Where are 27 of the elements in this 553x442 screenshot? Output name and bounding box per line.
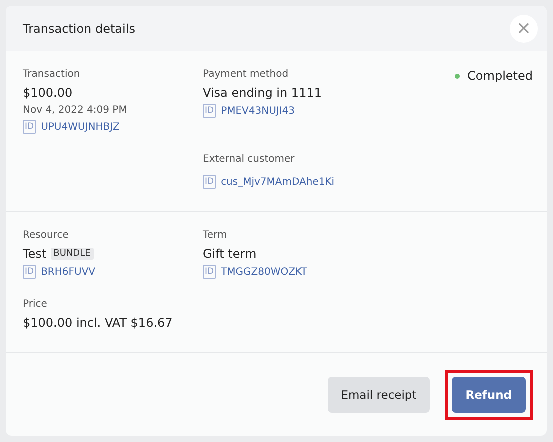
field-label: Transaction	[23, 69, 82, 80]
field-label: Resource	[23, 230, 70, 241]
id-link[interactable]: cus_Mjv7MAmDAhe1Ki	[221, 176, 335, 188]
field-label: External customer	[203, 154, 296, 165]
status-text: Completed	[468, 69, 533, 83]
tag: BUNDLE	[50, 248, 94, 260]
email-receipt-button[interactable]: Email receipt	[328, 376, 430, 412]
id-link[interactable]: TMGGZ80WOZKT	[221, 266, 308, 278]
dialog-title: Transaction details	[23, 22, 136, 36]
id-icon: ID	[203, 175, 216, 189]
id-link[interactable]: BRH6FUVV	[41, 266, 96, 278]
id-icon: ID	[23, 120, 36, 134]
field-value: $100.00	[23, 86, 73, 100]
refund-button[interactable]: Refund	[452, 376, 526, 412]
field-value: Visa ending in 1111	[203, 86, 322, 100]
field-value: Test	[23, 247, 47, 261]
id-link[interactable]: PMEV43NUJI43	[221, 106, 296, 116]
field-value: $100.00 incl. VAT $16.67	[23, 316, 173, 330]
id-link[interactable]: UPU4WUJNHBJZ	[41, 122, 120, 132]
field-label: Term	[203, 230, 228, 241]
field-label: Payment method	[203, 69, 290, 80]
id-icon: ID	[203, 265, 216, 279]
field-value: Gift term	[203, 247, 257, 261]
id-icon: ID	[203, 104, 216, 118]
date-text: Nov 4, 2022 4:09 PM	[23, 105, 128, 116]
field-label: Price	[23, 299, 48, 310]
id-icon: ID	[23, 265, 36, 279]
